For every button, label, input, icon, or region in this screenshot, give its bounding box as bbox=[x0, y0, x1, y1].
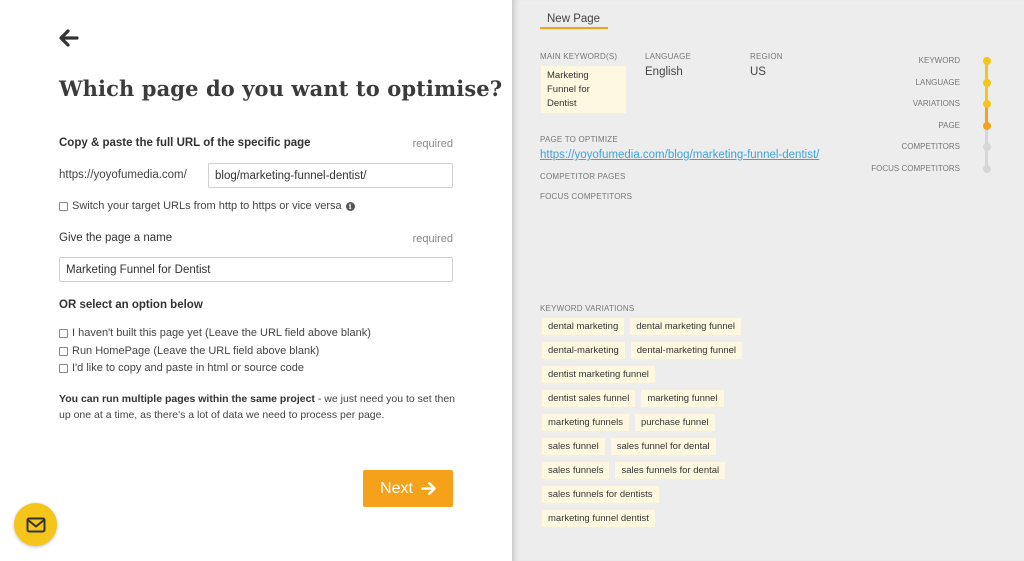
url-path-input[interactable] bbox=[208, 163, 453, 188]
progress-step-dot bbox=[983, 121, 991, 130]
arrow-right-icon bbox=[421, 481, 436, 496]
option-paste-html[interactable]: I'd like to copy and paste in html or so… bbox=[59, 362, 304, 374]
progress-step-label: FOCUS COMPETITORS bbox=[871, 163, 960, 173]
keyword-variation-tag: dentist sales funnel bbox=[542, 390, 636, 407]
page-name-input[interactable] bbox=[59, 257, 453, 282]
name-required-hint: required bbox=[412, 233, 453, 245]
url-required-hint: required bbox=[412, 138, 453, 150]
multi-page-note: You can run multiple pages within the sa… bbox=[59, 391, 459, 423]
page-to-optimize-label: PAGE TO OPTIMIZE bbox=[540, 135, 618, 144]
progress-step-dot bbox=[983, 143, 991, 151]
domain-prefix: https://yoyofumedia.com/ bbox=[59, 169, 187, 181]
language-value: English bbox=[645, 66, 683, 78]
back-button[interactable] bbox=[59, 28, 79, 48]
or-label: OR select an option below bbox=[59, 299, 203, 311]
option-label: Run HomePage (Leave the URL field above … bbox=[72, 345, 320, 357]
keyword-variation-tag: dental-marketing funnel bbox=[630, 342, 743, 359]
arrow-left-icon bbox=[59, 29, 79, 47]
main-keyword-label: MAIN KEYWORD(S) bbox=[540, 52, 618, 61]
focus-competitors-label: FOCUS COMPETITORS bbox=[540, 192, 633, 201]
url-label: Copy & paste the full URL of the specifi… bbox=[59, 137, 311, 149]
keyword-variation-tag: marketing funnel dentist bbox=[542, 510, 655, 527]
page-to-optimize-link[interactable]: https://yoyofumedia.com/blog/marketing-f… bbox=[540, 149, 819, 161]
form-panel: Which page do you want to optimise? Copy… bbox=[0, 0, 512, 561]
keyword-variation-tag: sales funnels for dental bbox=[615, 462, 726, 479]
competitor-pages-label: COMPETITOR PAGES bbox=[540, 172, 626, 181]
progress-step-label: VARIATIONS bbox=[912, 99, 960, 108]
progress-step-dot bbox=[983, 57, 991, 65]
contact-button[interactable] bbox=[14, 503, 57, 546]
option-not-built-checkbox[interactable] bbox=[59, 328, 68, 338]
progress-step-label: COMPETITORS bbox=[901, 142, 960, 151]
keyword-variations-list: dental marketing dental marketing funnel d… bbox=[542, 318, 772, 534]
keyword-variation-tag: dental marketing bbox=[542, 318, 625, 335]
switch-https-checkbox[interactable] bbox=[59, 201, 68, 211]
switch-https-label: Switch your target URLs from http to htt… bbox=[72, 200, 342, 212]
keyword-variations-label: KEYWORD VARIATIONS bbox=[540, 304, 635, 313]
info-icon[interactable]: i bbox=[345, 201, 355, 211]
progress-step-label: LANGUAGE bbox=[915, 77, 960, 87]
keyword-variation-tag: dentist marketing funnel bbox=[542, 366, 655, 383]
keyword-variation-tag: sales funnel bbox=[542, 438, 605, 455]
option-label: I'd like to copy and paste in html or so… bbox=[72, 362, 305, 374]
keyword-variation-tag: dental marketing funnel bbox=[630, 318, 741, 335]
page-title: Which page do you want to optimise? bbox=[59, 76, 503, 101]
progress-step-dot bbox=[983, 100, 991, 108]
note-bold: You can run multiple pages within the sa… bbox=[59, 393, 315, 405]
region-label: REGION bbox=[750, 52, 783, 61]
option-homepage-checkbox[interactable] bbox=[59, 346, 68, 356]
main-keyword-value: Marketing Funnel for Dentist bbox=[541, 66, 626, 113]
progress-step-label: KEYWORD bbox=[918, 56, 960, 65]
option-homepage[interactable]: Run HomePage (Leave the URL field above … bbox=[59, 345, 319, 357]
envelope-icon bbox=[26, 517, 45, 532]
tab-new-page[interactable]: New Page bbox=[540, 13, 609, 29]
progress-step-dot bbox=[983, 78, 991, 87]
keyword-variation-tag: marketing funnels bbox=[542, 414, 629, 431]
region-value: US bbox=[750, 66, 766, 78]
option-not-built[interactable]: I haven't built this page yet (Leave the… bbox=[59, 327, 371, 339]
next-button[interactable]: Next bbox=[363, 470, 453, 507]
keyword-variation-tag: sales funnels for dentists bbox=[542, 486, 659, 503]
keyword-variation-tag: sales funnel for dental bbox=[610, 438, 716, 455]
keyword-variation-tag: dental-marketing bbox=[542, 342, 625, 359]
language-label: LANGUAGE bbox=[645, 52, 692, 61]
keyword-variation-tag: marketing funnel bbox=[641, 390, 724, 407]
option-paste-html-checkbox[interactable] bbox=[59, 363, 68, 373]
next-button-label: Next bbox=[380, 479, 413, 497]
progress-step-dot bbox=[983, 164, 991, 173]
keyword-variation-tag: purchase funnel bbox=[634, 414, 715, 431]
switch-https-option[interactable]: Switch your target URLs from http to htt… bbox=[59, 200, 355, 212]
name-label: Give the page a name bbox=[59, 232, 173, 244]
option-label: I haven't built this page yet (Leave the… bbox=[72, 327, 371, 339]
keyword-variation-tag: sales funnels bbox=[542, 462, 610, 479]
progress-step-label: PAGE bbox=[938, 120, 960, 130]
